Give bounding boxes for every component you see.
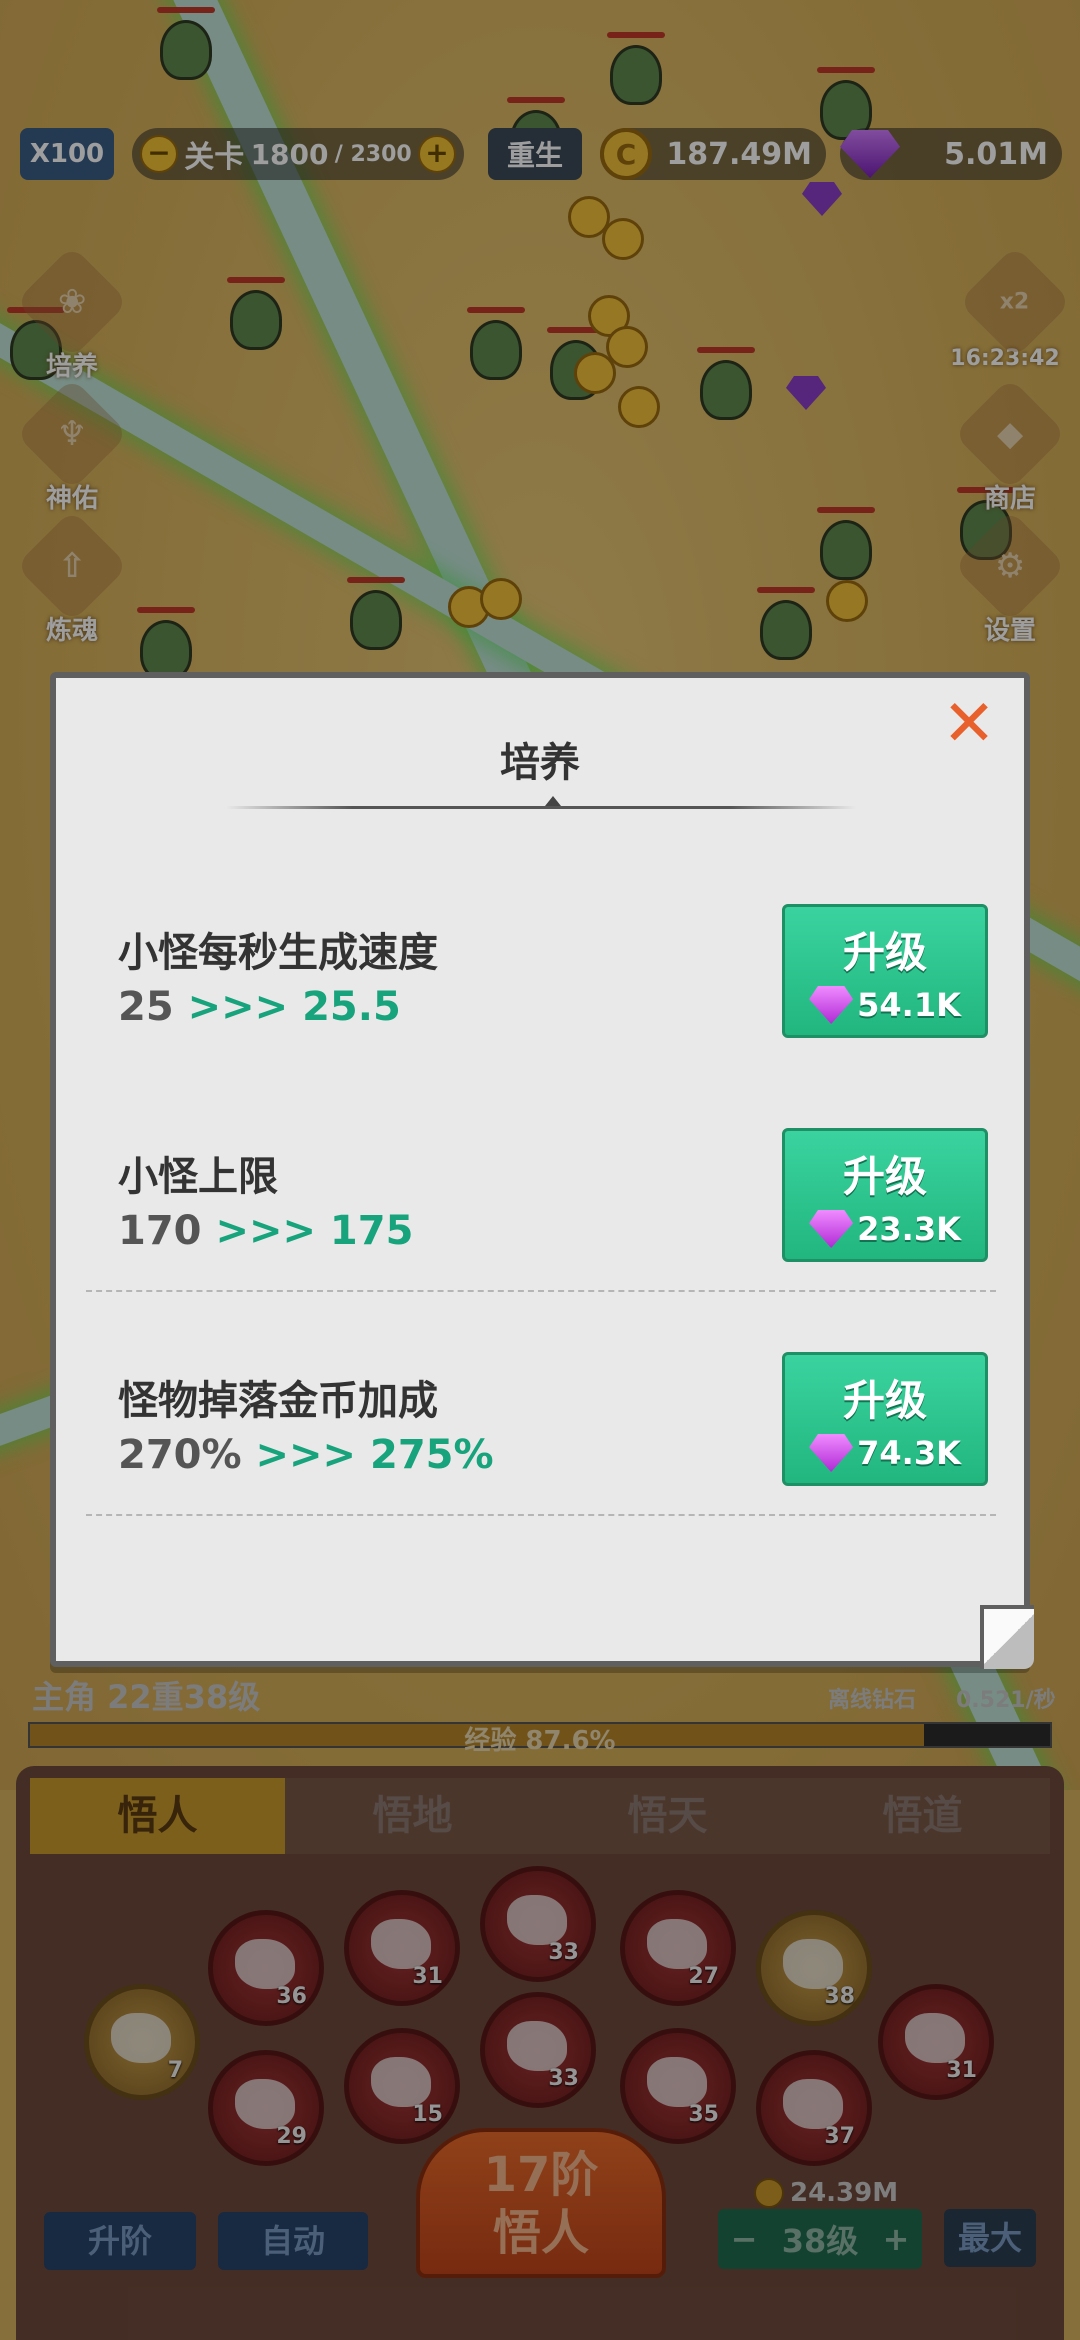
row-divider <box>86 1514 996 1516</box>
upgrade-cost: 74.3K <box>785 1434 985 1472</box>
title-divider-marker <box>545 796 561 806</box>
cultivate-dialog: 培养 ✕ 小怪每秒生成速度 25 >>> 25.5 升级 54.1K 小怪上限 … <box>50 672 1030 1667</box>
next-value: 275% <box>370 1432 494 1478</box>
arrow-symbol: >>> <box>215 1208 316 1254</box>
page-curl-corner <box>980 1605 1034 1669</box>
upgrade-button-label: 升级 <box>842 928 927 977</box>
arrow-symbol: >>> <box>255 1432 357 1478</box>
arrow-symbol: >>> <box>187 984 289 1030</box>
gem-icon <box>809 1210 854 1248</box>
gem-icon <box>809 1434 854 1472</box>
upgrade-button[interactable]: 升级 23.3K <box>782 1128 988 1262</box>
upgrade-cost-amount: 54.1K <box>857 986 961 1024</box>
close-icon[interactable]: ✕ <box>939 692 999 756</box>
gem-icon <box>809 986 854 1024</box>
dialog-title: 培养 <box>500 740 580 786</box>
current-value: 270% <box>118 1432 242 1478</box>
title-divider <box>226 806 856 809</box>
row-divider <box>86 1290 996 1292</box>
next-value: 175 <box>329 1208 414 1254</box>
upgrade-button[interactable]: 升级 54.1K <box>782 904 988 1038</box>
upgrade-cost-amount: 74.3K <box>857 1434 961 1472</box>
upgrade-cost: 54.1K <box>785 986 985 1024</box>
current-value: 25 <box>118 984 174 1030</box>
upgrade-cost: 23.3K <box>785 1210 985 1248</box>
upgrade-cost-amount: 23.3K <box>857 1210 961 1248</box>
upgrade-button-label: 升级 <box>842 1376 927 1425</box>
current-value: 170 <box>118 1208 202 1254</box>
upgrade-button-label: 升级 <box>842 1152 927 1201</box>
upgrade-button[interactable]: 升级 74.3K <box>782 1352 988 1486</box>
next-value: 25.5 <box>302 984 401 1030</box>
